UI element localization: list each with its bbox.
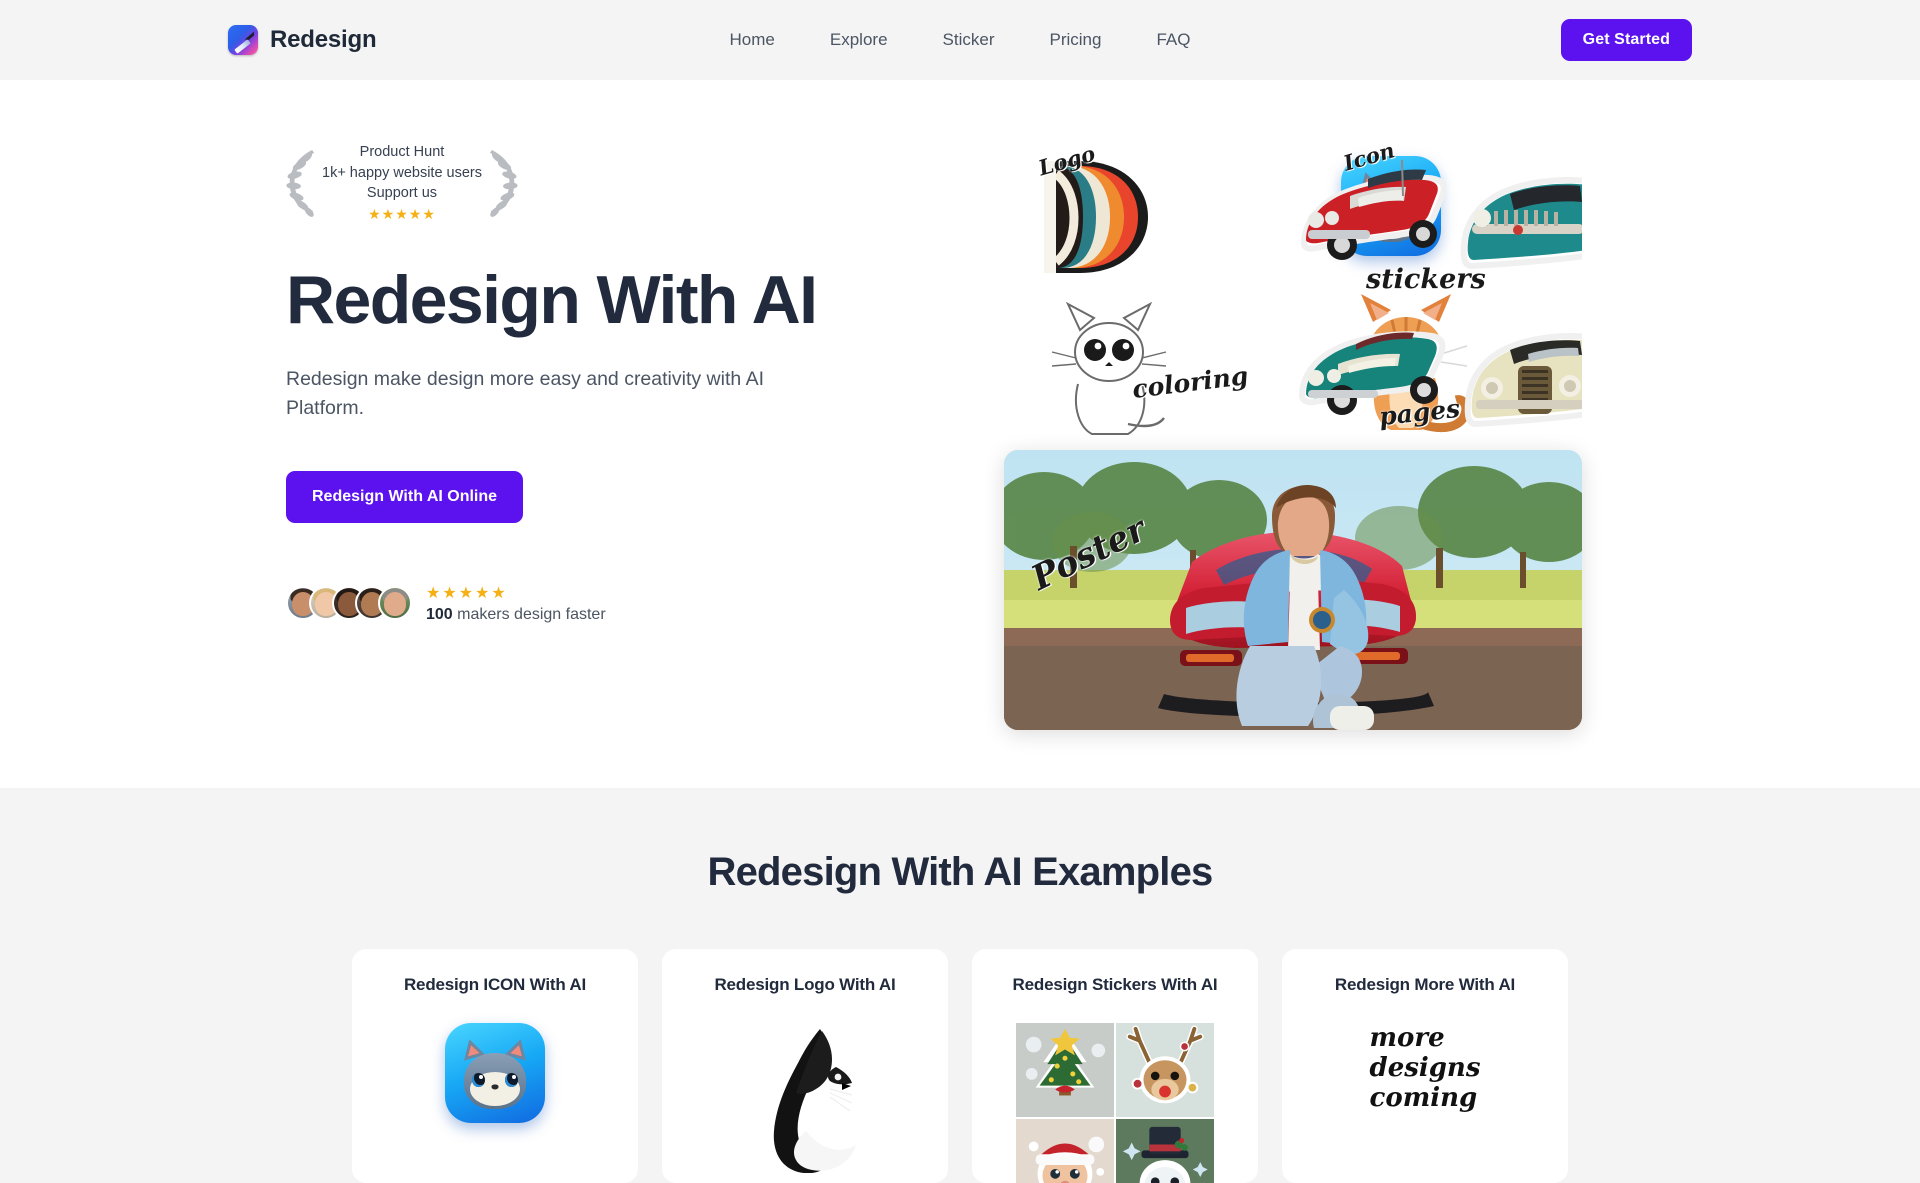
sticker-christmas-tree (1016, 1023, 1114, 1117)
redesign-app-icon (228, 25, 258, 55)
makers-count-text: 100 makers design faster (426, 606, 606, 624)
social-proof: ★★★★★ 100 makers design faster (286, 583, 916, 624)
script-line-2: designs (1369, 1053, 1481, 1083)
brand[interactable]: Redesign (228, 25, 377, 55)
card-title: Redesign ICON With AI (403, 975, 587, 994)
product-hunt-badge[interactable]: Product Hunt 1k+ happy website users Sup… (286, 142, 518, 223)
examples-card-list: Redesign ICON With AI Redesign Logo With… (350, 949, 1570, 1183)
examples-section: Redesign With AI Examples Redesign ICON … (0, 788, 1920, 1183)
gallery-tile-pages[interactable]: pages (1293, 290, 1582, 438)
gallery-tile-coloring[interactable]: coloring (1004, 290, 1293, 438)
hero-subtitle: Redesign make design more easy and creat… (286, 367, 764, 419)
nav-item-explore[interactable]: Explore (830, 30, 888, 50)
brand-name: Redesign (270, 26, 377, 53)
sticker-reindeer (1116, 1023, 1214, 1117)
card-media: more designs coming (1300, 1023, 1550, 1183)
card-title: Redesign Logo With AI (714, 975, 896, 994)
makers-count: 100 (426, 605, 453, 623)
sticker-santa (1016, 1119, 1114, 1183)
badge-star-rating: ★★★★★ (368, 205, 436, 222)
example-card-stickers[interactable]: Redesign Stickers With AI (972, 949, 1258, 1183)
gallery-grid: Logo Icon coloring pages (1004, 142, 1582, 438)
example-card-more[interactable]: Redesign More With AI more designs comin… (1282, 949, 1568, 1183)
examples-title: Redesign With AI Examples (707, 850, 1214, 894)
example-card-icon[interactable]: Redesign ICON With AI (352, 949, 638, 1183)
nav-item-sticker[interactable]: Sticker (943, 30, 995, 50)
script-line-1: more (1369, 1023, 1445, 1053)
badge-line-users: 1k+ happy website users (322, 164, 482, 181)
card-media (990, 1023, 1240, 1183)
laurel-wreath-left-icon (286, 150, 315, 218)
hero-section: Product Hunt 1k+ happy website users Sup… (0, 80, 1920, 788)
get-started-button[interactable]: Get Started (1560, 19, 1692, 61)
site-header: Redesign Home Explore Sticker Pricing FA… (0, 0, 1920, 80)
nav-item-pricing[interactable]: Pricing (1049, 30, 1101, 50)
nav-item-faq[interactable]: FAQ (1156, 30, 1190, 50)
laurel-wreath-right-icon (489, 150, 518, 218)
nav-item-home[interactable]: Home (730, 30, 775, 50)
cat-app-icon (445, 1023, 545, 1123)
main-navigation: Home Explore Sticker Pricing FAQ (730, 30, 1191, 50)
black-cat-logo (773, 1029, 856, 1173)
hero-left-column: Product Hunt 1k+ happy website users Sup… (286, 142, 916, 624)
makers-label: makers design faster (452, 605, 606, 623)
card-media (370, 1023, 620, 1183)
card-title: Redesign Stickers With AI (1012, 975, 1218, 994)
gallery-tile-icon[interactable]: Icon (1293, 142, 1582, 290)
card-title: Redesign More With AI (1334, 975, 1516, 994)
avatar-group (286, 586, 412, 620)
card-media (680, 1023, 930, 1183)
badge-line-support: Support us (366, 185, 438, 201)
avatar (378, 586, 412, 620)
hero-title: Redesign With AI (286, 261, 818, 338)
badge-line-title: Product Hunt (359, 144, 445, 160)
example-card-logo[interactable]: Redesign Logo With AI (662, 949, 948, 1183)
sticker-snowman (1116, 1119, 1214, 1183)
script-line-3: coming (1369, 1083, 1478, 1113)
more-designs-coming-script: more designs coming (1370, 1023, 1481, 1113)
gallery-tile-logo[interactable]: Logo (1004, 142, 1293, 290)
christmas-sticker-grid (1016, 1023, 1214, 1183)
product-hunt-text: Product Hunt 1k+ happy website users Sup… (322, 142, 482, 223)
social-star-rating: ★★★★★ (426, 584, 508, 602)
redesign-with-ai-online-button[interactable]: Redesign With AI Online (286, 470, 524, 523)
hero-gallery: Logo Icon coloring pages stickers Poster (1004, 142, 1634, 730)
poster-image[interactable]: Poster (1004, 450, 1582, 730)
